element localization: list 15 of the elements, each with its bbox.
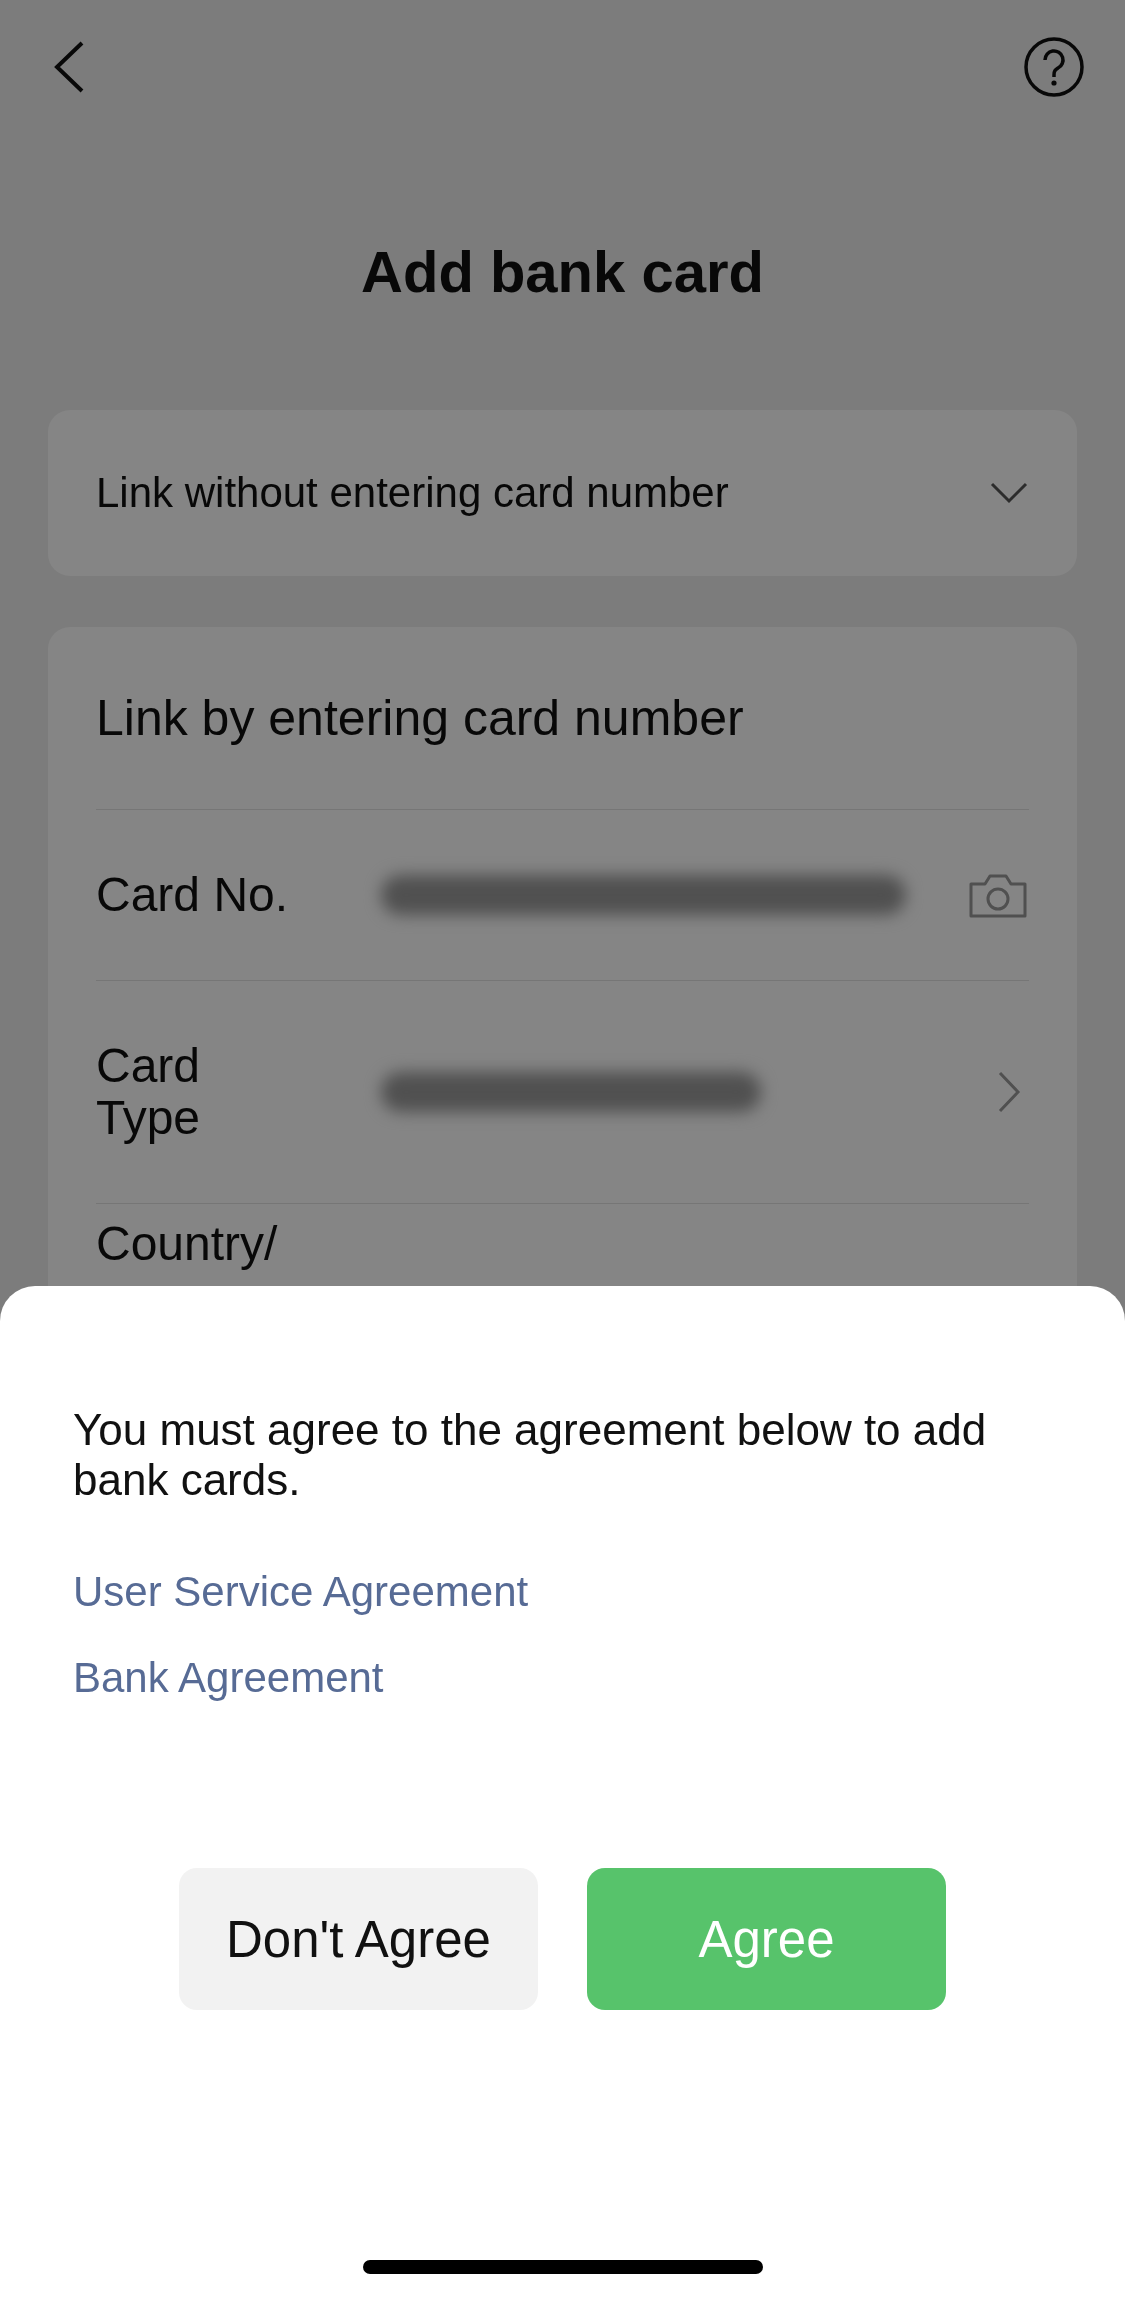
- agreement-message: You must agree to the agreement below to add bank cards.: [73, 1405, 988, 1505]
- collapsed-section[interactable]: Link without entering card number: [48, 410, 1077, 576]
- field-label: Card No.: [96, 869, 290, 921]
- back-icon[interactable]: [52, 40, 86, 94]
- chevron-right-icon: [997, 1070, 1021, 1114]
- field-label: Card Type: [96, 1040, 202, 1144]
- form-title: Link by entering card number: [96, 689, 744, 747]
- agreement-link[interactable]: Bank Agreement: [73, 1653, 384, 1703]
- chevron-down-icon: [989, 481, 1029, 505]
- help-icon[interactable]: [1023, 36, 1085, 98]
- field-label: Country/: [96, 1218, 279, 1270]
- agreement-link[interactable]: User Service Agreement: [73, 1567, 529, 1617]
- page-title: Add bank card: [360, 238, 765, 306]
- decline-button[interactable]: Don't Agree: [179, 1868, 538, 2010]
- section-label: Link without entering card number: [96, 469, 729, 517]
